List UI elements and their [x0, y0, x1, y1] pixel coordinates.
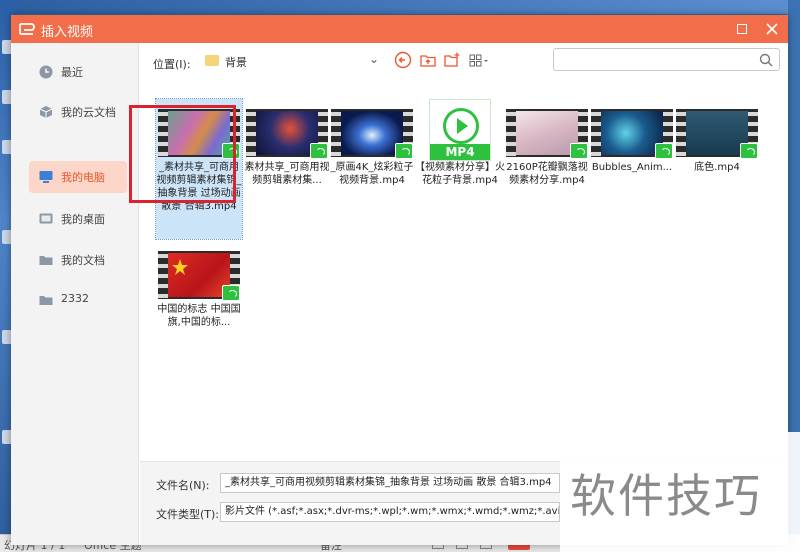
file-name: Bubbles_Anim...	[591, 162, 673, 173]
file-name: _原画4K_炫彩粒子视频背景.mp4	[330, 162, 414, 186]
flag-star-icon	[172, 259, 188, 275]
folder-up-icon	[420, 55, 436, 67]
new-folder-icon	[444, 52, 460, 67]
folder-icon	[205, 55, 219, 66]
file-name: 中国的标志 中国国旗,中国的标...	[157, 304, 241, 328]
up-folder-button[interactable]	[419, 51, 439, 71]
file-name: 底色.mp4	[694, 162, 740, 173]
watermark: 软件技巧	[560, 432, 800, 552]
cloud-icon	[39, 106, 53, 118]
file-name: 2160P花瓣飘落视频素材分享.mp4	[506, 162, 588, 186]
location-label: 位置(I):	[153, 58, 191, 71]
video-thumbnail	[504, 99, 590, 161]
filename-field[interactable]: _素材共享_可商用视频剪辑素材集锦_抽象背景 过场动画 散景 合辑3.mp4	[220, 473, 560, 493]
video-file-item[interactable]: 2160P花瓣飘落视频素材分享.mp4	[504, 99, 590, 187]
back-button[interactable]	[394, 51, 414, 71]
back-arrow-icon	[394, 51, 412, 69]
sidebar-item-my-documents[interactable]: 我的文档	[29, 244, 127, 276]
sidebar-item-my-desktop[interactable]: 我的桌面	[29, 203, 127, 235]
file-name: 【视频素材分享】火花粒子背景.mp4	[415, 162, 505, 186]
sidebar-item-recent[interactable]: 最近	[29, 56, 127, 88]
sidebar: 最近 我的云文档 我的电脑 我的桌面 我的文档 2332	[11, 43, 139, 545]
sidebar-item-cloud-docs[interactable]: 我的云文档	[29, 96, 127, 128]
video-badge-icon	[655, 143, 673, 159]
wps-logo-icon	[19, 22, 35, 36]
file-type-label: MP4	[430, 144, 490, 160]
maximize-icon	[737, 24, 747, 34]
video-badge-icon	[395, 143, 413, 159]
filetype-select[interactable]: 影片文件 (*.asf;*.asx;*.dvr-ms;*.wpl;*.wm;*.…	[220, 502, 560, 522]
video-thumbnail	[329, 99, 415, 161]
dialog-titlebar[interactable]: 插入视频	[11, 15, 788, 43]
file-name: _素材共享_可商用视频剪辑素材集锦_抽象背景 过场动画 散景 合辑3.mp4	[156, 162, 242, 212]
video-thumbnail	[156, 99, 242, 161]
sidebar-item-my-computer[interactable]: 我的电脑	[29, 161, 127, 193]
mp4-file-icon: MP4	[429, 99, 491, 161]
video-badge-icon	[222, 143, 240, 159]
video-badge-icon	[310, 143, 328, 159]
filetype-label: 文件类型(T):	[156, 508, 220, 521]
watermark-text: 软件技巧	[570, 469, 762, 523]
clock-icon	[39, 65, 53, 79]
new-folder-button[interactable]	[443, 51, 463, 71]
sidebar-item-label: 最近	[61, 66, 83, 79]
grid-view-icon	[469, 54, 488, 67]
video-file-item[interactable]: _原画4K_炫彩粒子视频背景.mp4	[329, 99, 415, 187]
folder-icon	[39, 256, 53, 265]
video-badge-icon	[740, 143, 758, 159]
close-button[interactable]	[762, 19, 782, 39]
sidebar-item-label: 我的云文档	[61, 106, 116, 119]
video-badge-icon	[222, 285, 240, 301]
search-input[interactable]	[553, 48, 780, 71]
dialog-title: 插入视频	[41, 25, 94, 40]
file-name: 素材共享_可商用视频剪辑素材集...	[244, 162, 330, 186]
video-thumbnail: MP4	[414, 99, 506, 161]
video-thumbnail	[156, 241, 242, 303]
folder-icon	[39, 296, 53, 305]
video-badge-icon	[570, 143, 588, 159]
close-icon	[766, 23, 778, 35]
desktop-background-top	[0, 0, 800, 14]
chevron-down-icon: ⌄	[368, 52, 379, 66]
location-dropdown[interactable]: 背景 ⌄	[201, 51, 381, 71]
video-file-item[interactable]: MP4 【视频素材分享】火花粒子背景.mp4	[414, 99, 506, 187]
desktop-icon	[39, 213, 53, 224]
filename-label: 文件名(N):	[156, 479, 210, 492]
sidebar-item-2332[interactable]: 2332	[29, 284, 127, 316]
sidebar-item-label: 我的文档	[61, 254, 105, 267]
sidebar-item-label: 我的电脑	[61, 171, 105, 184]
sidebar-item-label: 我的桌面	[61, 213, 105, 226]
location-value: 背景	[225, 56, 247, 69]
video-file-item[interactable]: Bubbles_Anim...	[589, 99, 675, 174]
computer-icon	[39, 171, 53, 183]
video-file-item[interactable]: 素材共享_可商用视频剪辑素材集...	[244, 99, 330, 187]
video-file-item[interactable]: 中国的标志 中国国旗,中国的标...	[156, 241, 242, 342]
video-thumbnail	[589, 99, 675, 161]
video-file-item[interactable]: 底色.mp4	[674, 99, 760, 174]
video-file-item[interactable]: _素材共享_可商用视频剪辑素材集锦_抽象背景 过场动画 散景 合辑3.mp4	[155, 98, 243, 240]
view-mode-button[interactable]	[468, 51, 492, 71]
search-icon	[759, 53, 773, 67]
video-thumbnail	[244, 99, 330, 161]
sidebar-item-label: 2332	[61, 292, 89, 305]
video-thumbnail	[674, 99, 760, 161]
maximize-button[interactable]	[732, 19, 752, 39]
play-icon	[457, 118, 468, 134]
